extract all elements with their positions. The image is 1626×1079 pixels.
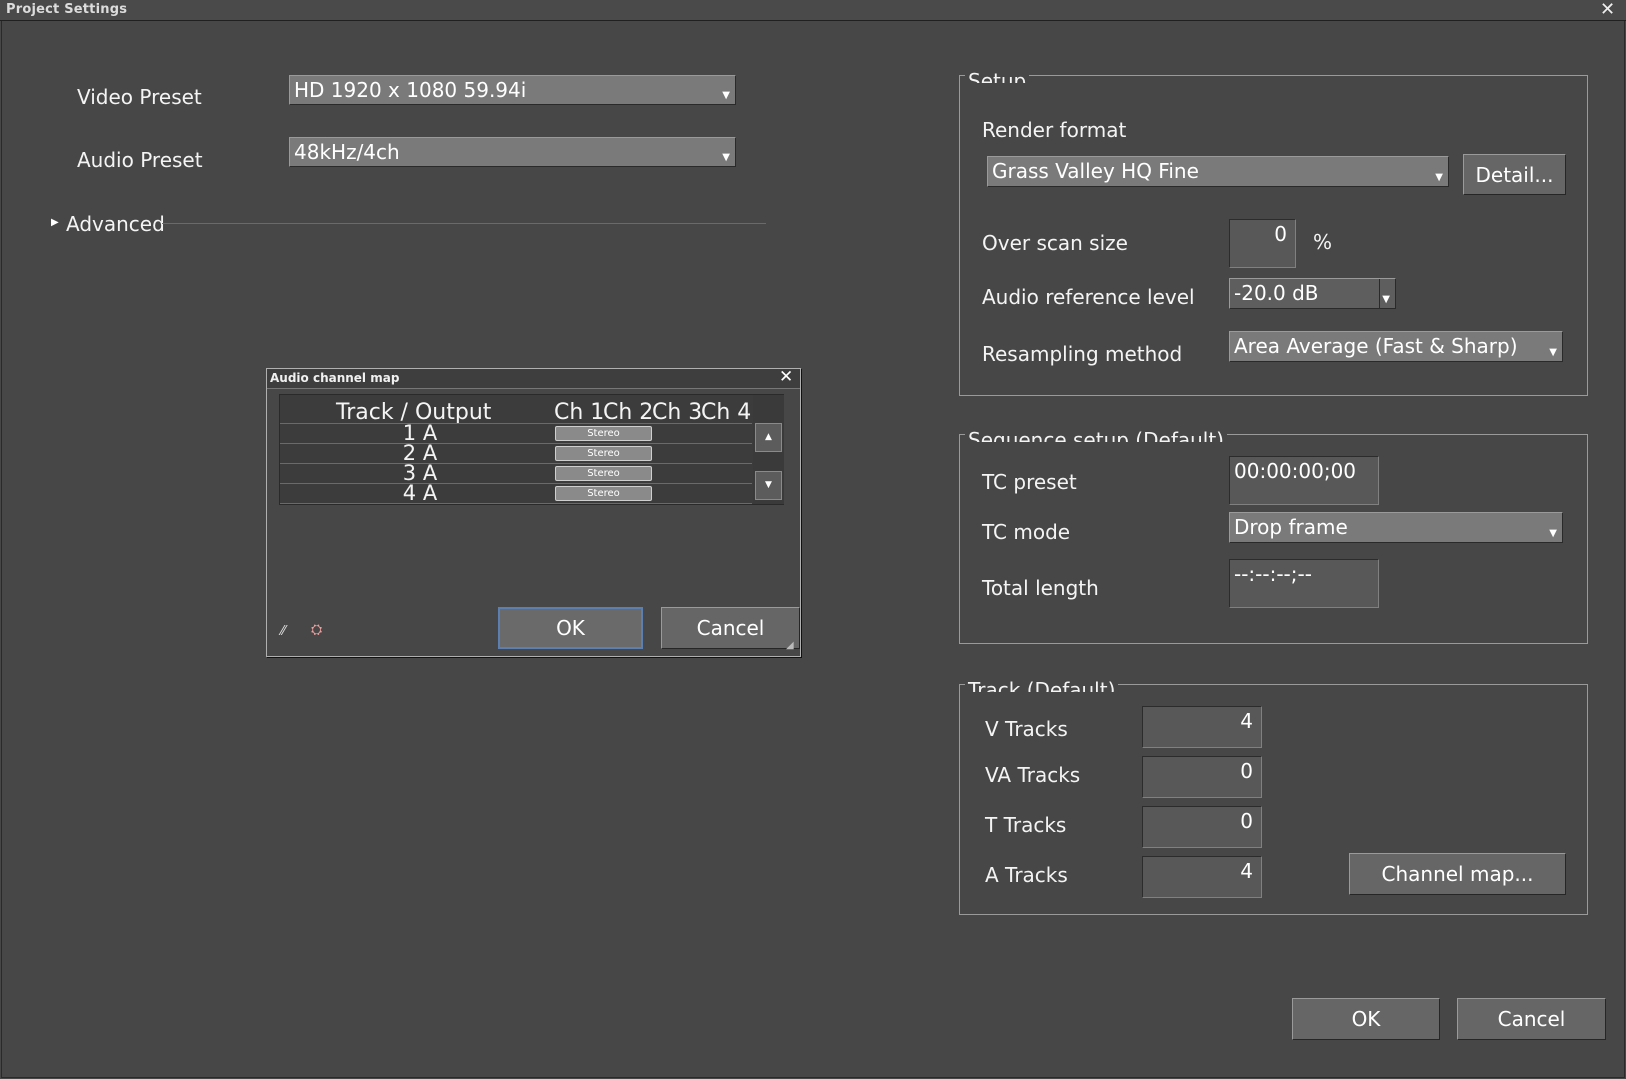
chevron-down-icon: ▼	[1382, 294, 1390, 305]
resampling-dropdown[interactable]: Area Average (Fast & Sharp) ▼	[1229, 331, 1563, 362]
tc-mode-value: Drop frame	[1234, 515, 1348, 539]
chevron-down-icon: ▼	[1549, 528, 1557, 539]
close-icon[interactable]: ✕	[1600, 0, 1615, 20]
table-scrollbar[interactable]: ▲ ▼	[753, 395, 784, 504]
reset-icon[interactable]: ⛭	[311, 622, 322, 638]
ok-button[interactable]: OK	[1292, 998, 1440, 1040]
detail-button[interactable]: Detail...	[1463, 154, 1566, 195]
table-row[interactable]: 2 A Stereo	[280, 443, 752, 464]
overscan-label: Over scan size	[982, 231, 1128, 255]
header-ch4: Ch 4	[701, 400, 752, 425]
a-tracks-value: 4	[1240, 859, 1253, 883]
advanced-divider	[162, 223, 766, 224]
audio-preset-dropdown[interactable]: 48kHz/4ch ▼	[289, 137, 736, 167]
table-row[interactable]: 3 A Stereo	[280, 463, 752, 484]
overscan-input[interactable]: 0	[1229, 219, 1296, 268]
expand-arrow-icon[interactable]: ▶	[51, 217, 59, 228]
stereo-button[interactable]: Stereo	[555, 466, 652, 481]
video-preset-label: Video Preset	[77, 85, 202, 109]
window-title: Project Settings	[6, 2, 128, 17]
audio-ref-label: Audio reference level	[982, 285, 1195, 309]
dialog-title: Audio channel map	[270, 371, 400, 385]
table-row[interactable]: 1 A Stereo	[280, 423, 752, 444]
tc-preset-input[interactable]: 00:00:00;00	[1229, 456, 1379, 505]
t-tracks-input[interactable]: 0	[1142, 806, 1262, 848]
a-tracks-label: A Tracks	[985, 863, 1068, 887]
auto-assign-icon[interactable]: ⁄⁄	[281, 624, 285, 639]
chevron-down-icon: ▼	[1549, 347, 1557, 358]
chevron-down-icon: ▼	[1435, 172, 1443, 183]
audio-preset-label: Audio Preset	[77, 148, 203, 172]
total-length-label: Total length	[982, 576, 1099, 600]
tc-mode-label: TC mode	[982, 520, 1071, 544]
overscan-unit: %	[1313, 230, 1333, 254]
header-ch2: Ch 2	[603, 400, 654, 425]
chevron-up-icon: ▲	[765, 432, 772, 442]
table-row[interactable]: 4 A Stereo	[280, 481, 752, 505]
stereo-button[interactable]: Stereo	[555, 426, 652, 441]
header-ch1: Ch 1	[554, 400, 605, 425]
scroll-up-button[interactable]: ▲	[755, 423, 782, 452]
chevron-down-icon: ▼	[722, 90, 730, 101]
dropdown-divider	[1379, 279, 1380, 308]
render-format-dropdown[interactable]: Grass Valley HQ Fine ▼	[987, 156, 1449, 187]
close-icon[interactable]: ✕	[779, 367, 793, 387]
audio-preset-value: 48kHz/4ch	[294, 140, 400, 164]
dialog-cancel-button[interactable]: Cancel	[661, 607, 800, 649]
chevron-down-icon: ▼	[765, 480, 772, 490]
video-preset-value: HD 1920 x 1080 59.94i	[294, 78, 527, 102]
tc-preset-label: TC preset	[982, 470, 1077, 494]
track-group-title: Track (Default)	[965, 678, 1119, 692]
resampling-value: Area Average (Fast & Sharp)	[1234, 334, 1518, 358]
channel-map-button[interactable]: Channel map...	[1349, 853, 1566, 895]
audio-ref-dropdown[interactable]: -20.0 dB ▼	[1229, 278, 1396, 309]
channel-map-table: Track / Output Ch 1 Ch 2 Ch 3 Ch 4 1 A S…	[279, 394, 784, 505]
audio-channel-map-dialog: Audio channel map ✕ Track / Output Ch 1 …	[266, 367, 801, 657]
header-ch3: Ch 3	[652, 400, 703, 425]
dialog-ok-button[interactable]: OK	[498, 607, 643, 649]
t-tracks-value: 0	[1240, 809, 1253, 833]
title-bar: Project Settings ✕	[0, 0, 1626, 21]
va-tracks-label: VA Tracks	[985, 763, 1081, 787]
advanced-expander[interactable]: Advanced	[66, 212, 165, 236]
t-tracks-label: T Tracks	[985, 813, 1067, 837]
va-tracks-value: 0	[1240, 759, 1253, 783]
tc-preset-value: 00:00:00;00	[1234, 459, 1357, 483]
sequence-group-title: Sequence setup (Default)	[965, 428, 1227, 442]
stereo-button[interactable]: Stereo	[555, 446, 652, 461]
render-format-value: Grass Valley HQ Fine	[992, 159, 1199, 183]
resampling-label: Resampling method	[982, 342, 1183, 366]
total-length-field: --:--:--;--	[1229, 559, 1379, 608]
v-tracks-value: 4	[1240, 709, 1253, 733]
setup-group-title: Setup	[965, 69, 1030, 83]
audio-ref-value: -20.0 dB	[1234, 281, 1319, 305]
row-divider	[280, 503, 752, 504]
a-tracks-input[interactable]: 4	[1142, 856, 1262, 898]
cancel-button[interactable]: Cancel	[1457, 998, 1606, 1040]
v-tracks-input[interactable]: 4	[1142, 706, 1262, 748]
resize-grip-icon[interactable]: ◢	[786, 640, 794, 651]
tc-mode-dropdown[interactable]: Drop frame ▼	[1229, 512, 1563, 543]
overscan-value: 0	[1274, 222, 1287, 246]
va-tracks-input[interactable]: 0	[1142, 756, 1262, 798]
render-format-label: Render format	[982, 118, 1127, 142]
stereo-button[interactable]: Stereo	[555, 486, 652, 501]
scroll-down-button[interactable]: ▼	[755, 471, 782, 500]
v-tracks-label: V Tracks	[985, 717, 1068, 741]
dialog-title-bar: Audio channel map ✕	[267, 367, 800, 389]
chevron-down-icon: ▼	[722, 152, 730, 163]
video-preset-dropdown[interactable]: HD 1920 x 1080 59.94i ▼	[289, 75, 736, 105]
track-cell: 4 A	[402, 481, 438, 505]
total-length-value: --:--:--;--	[1234, 562, 1312, 586]
